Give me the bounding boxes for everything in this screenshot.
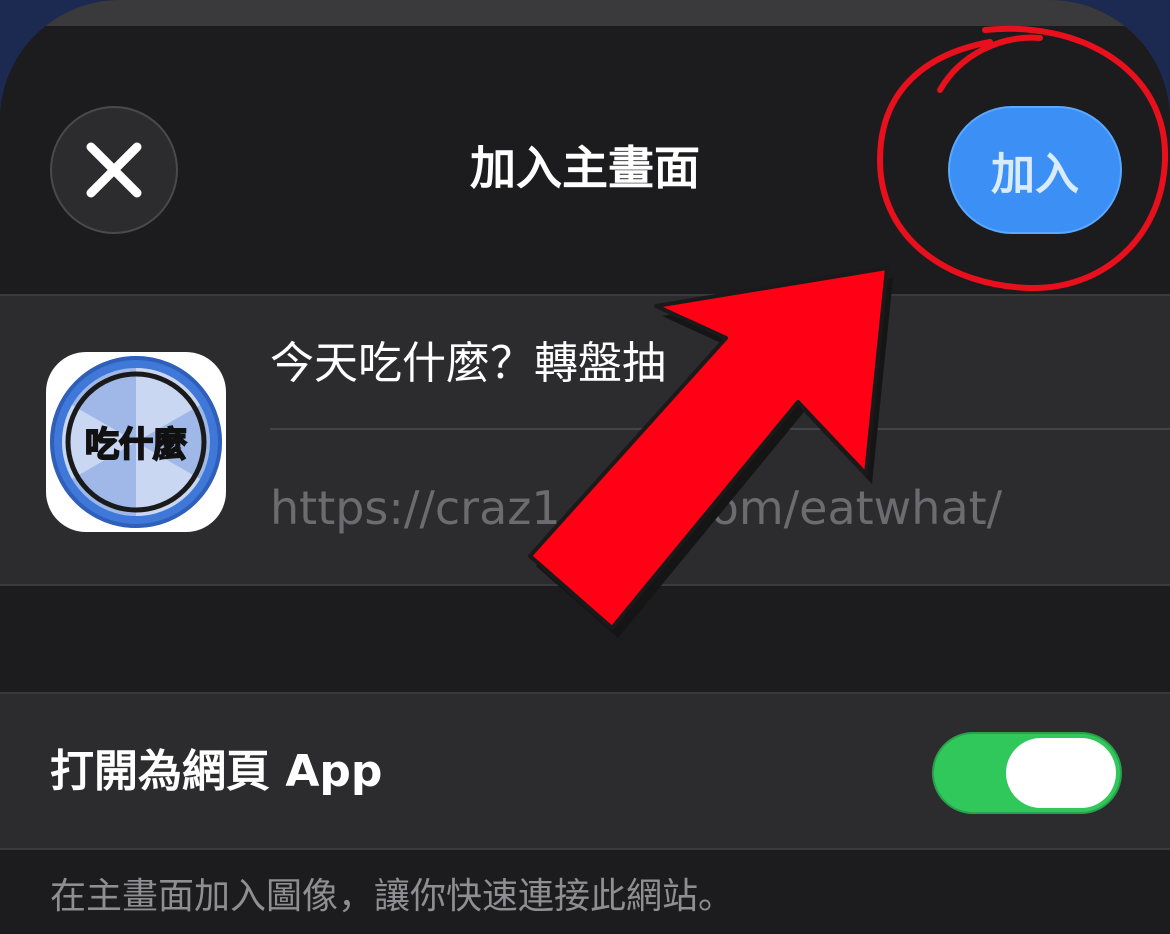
open-as-webapp-label: 打開為網頁 App [50, 746, 383, 797]
app-preview-card: 吃什麼 今天吃什麼？轉盤抽 https://craz1 om/eatwhat/ [0, 294, 1170, 586]
footer-note: 在主畫面加入圖像，讓你快速連接此網站。 [50, 876, 735, 917]
field-divider [270, 428, 1170, 430]
app-url-tail: om/eatwhat/ [710, 481, 1003, 535]
toggle-knob [1006, 738, 1116, 808]
footer: 在主畫面加入圖像，讓你快速連接此網站。 [0, 850, 1170, 934]
section-gap [0, 586, 1170, 692]
add-to-home-sheet: 加入主畫面 加入 吃什麼 今天吃什麼？轉盤抽 https://craz1 om/e… [0, 0, 1170, 934]
open-as-webapp-toggle[interactable] [932, 732, 1122, 814]
app-name-field[interactable]: 今天吃什麼？轉盤抽 [270, 334, 666, 394]
app-url-head: https://craz1 [270, 481, 561, 535]
sheet-header: 加入主畫面 加入 [0, 26, 1170, 294]
app-icon: 吃什麼 [46, 352, 226, 532]
svg-text:吃什麼: 吃什麼 [85, 425, 187, 465]
open-as-webapp-row: 打開為網頁 App [0, 692, 1170, 850]
app-url: https://craz1 om/eatwhat/ [270, 478, 1002, 538]
add-button[interactable]: 加入 [948, 106, 1122, 234]
